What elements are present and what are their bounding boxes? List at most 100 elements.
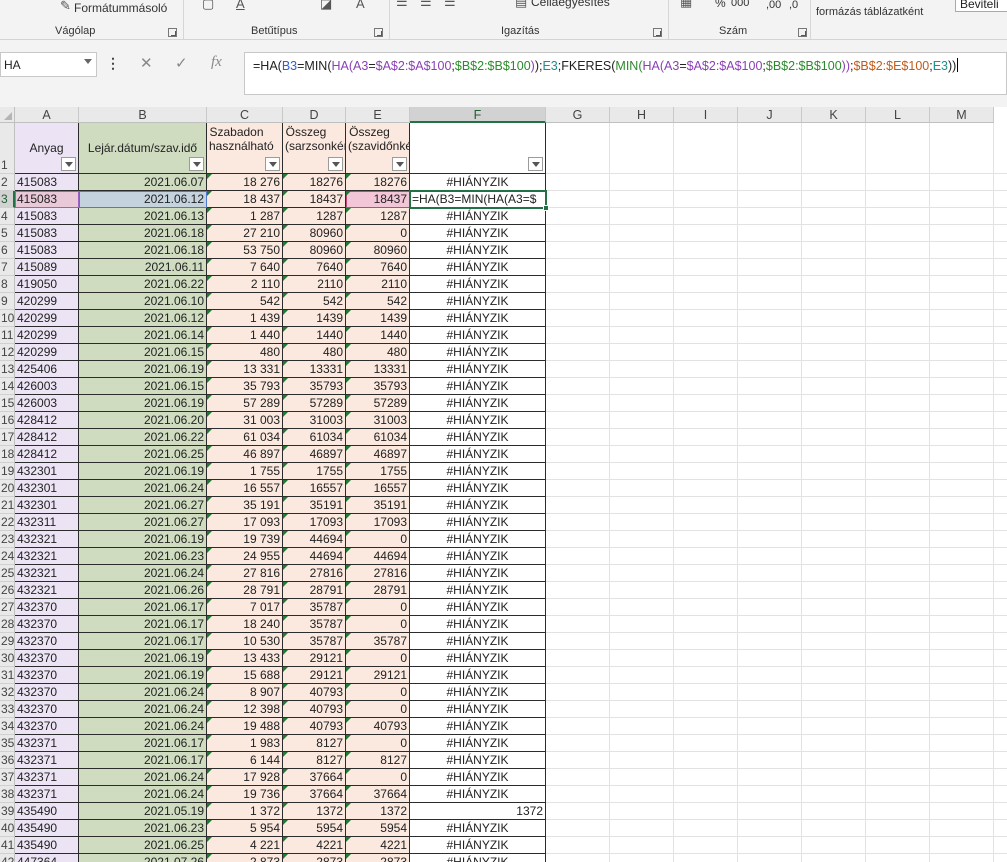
expiry-date-cell[interactable]: 2021.06.17 <box>79 735 207 752</box>
batch-sum-cell[interactable]: 18437 <box>283 191 346 208</box>
material-cell[interactable]: 420299 <box>15 310 79 327</box>
expiry-sum-cell[interactable]: 0 <box>346 735 410 752</box>
column-header-d[interactable]: D <box>283 107 346 123</box>
material-cell[interactable]: 435490 <box>15 837 79 854</box>
column-header-f[interactable]: F <box>410 107 546 123</box>
batch-sum-cell[interactable]: 27816 <box>283 565 346 582</box>
material-cell[interactable]: 432321 <box>15 531 79 548</box>
expiry-sum-cell[interactable]: 0 <box>346 650 410 667</box>
expiry-sum-cell[interactable]: 28791 <box>346 582 410 599</box>
available-qty-cell[interactable]: 17 928 <box>207 769 283 786</box>
available-qty-cell[interactable]: 1 755 <box>207 463 283 480</box>
batch-sum-cell[interactable]: 80960 <box>283 225 346 242</box>
material-cell[interactable]: 432321 <box>15 582 79 599</box>
row-header[interactable]: 13 <box>0 361 15 378</box>
batch-sum-cell[interactable]: 1372 <box>283 803 346 820</box>
available-qty-cell[interactable]: 1 439 <box>207 310 283 327</box>
material-cell[interactable]: 432301 <box>15 497 79 514</box>
fill-handle-icon[interactable] <box>543 205 549 211</box>
available-qty-cell[interactable]: 1 372 <box>207 803 283 820</box>
expiry-date-cell[interactable]: 2021.06.23 <box>79 820 207 837</box>
expiry-sum-cell[interactable]: 480 <box>346 344 410 361</box>
header-cell-a[interactable]: Anyag <box>15 123 79 174</box>
available-qty-cell[interactable]: 12 398 <box>207 701 283 718</box>
row-header[interactable]: 16 <box>0 412 15 429</box>
result-cell[interactable]: #HIÁNYZIK <box>410 242 546 259</box>
material-cell[interactable]: 415083 <box>15 191 79 208</box>
row-header[interactable]: 17 <box>0 429 15 446</box>
available-qty-cell[interactable]: 15 688 <box>207 667 283 684</box>
material-cell[interactable]: 432371 <box>15 735 79 752</box>
row-header[interactable]: 1 <box>0 123 15 174</box>
batch-sum-cell[interactable]: 40793 <box>283 684 346 701</box>
result-cell[interactable]: #HIÁNYZIK <box>410 565 546 582</box>
batch-sum-cell[interactable]: 5954 <box>283 820 346 837</box>
result-cell[interactable]: #HIÁNYZIK <box>410 259 546 276</box>
row-header[interactable]: 39 <box>0 803 15 820</box>
batch-sum-cell[interactable]: 29121 <box>283 650 346 667</box>
expiry-date-cell[interactable]: 2021.06.17 <box>79 616 207 633</box>
expiry-sum-cell[interactable]: 40793 <box>346 718 410 735</box>
header-cell-f[interactable] <box>410 123 546 174</box>
expiry-sum-cell[interactable]: 16557 <box>346 480 410 497</box>
name-box-dropdown-icon[interactable] <box>84 59 92 64</box>
material-cell[interactable]: 432371 <box>15 786 79 803</box>
active-cell-editor[interactable]: =HA(B3=MIN(HA(A3=$ <box>409 190 547 209</box>
available-qty-cell[interactable]: 6 144 <box>207 752 283 769</box>
row-header[interactable]: 40 <box>0 820 15 837</box>
material-cell[interactable]: 415083 <box>15 208 79 225</box>
batch-sum-cell[interactable]: 57289 <box>283 395 346 412</box>
expiry-sum-cell[interactable]: 13331 <box>346 361 410 378</box>
material-cell[interactable]: 435490 <box>15 820 79 837</box>
available-qty-cell[interactable]: 1 287 <box>207 208 283 225</box>
expiry-date-cell[interactable]: 2021.06.14 <box>79 327 207 344</box>
available-qty-cell[interactable]: 2 110 <box>207 276 283 293</box>
material-cell[interactable]: 432301 <box>15 463 79 480</box>
format-painter-button[interactable]: Formátummásoló <box>74 1 167 15</box>
batch-sum-cell[interactable]: 28791 <box>283 582 346 599</box>
batch-sum-cell[interactable]: 8127 <box>283 735 346 752</box>
row-header[interactable]: 22 <box>0 514 15 531</box>
result-cell[interactable]: #HIÁNYZIK <box>410 820 546 837</box>
available-qty-cell[interactable]: 7 017 <box>207 599 283 616</box>
expiry-sum-cell[interactable]: 46897 <box>346 446 410 463</box>
more-options-icon[interactable]: ⋮ <box>106 55 120 72</box>
batch-sum-cell[interactable]: 35191 <box>283 497 346 514</box>
batch-sum-cell[interactable]: 37664 <box>283 769 346 786</box>
result-cell[interactable]: #HIÁNYZIK <box>410 174 546 191</box>
expiry-date-cell[interactable]: 2021.06.17 <box>79 599 207 616</box>
result-cell[interactable]: #HIÁNYZIK <box>410 582 546 599</box>
column-header-m[interactable]: M <box>930 107 994 123</box>
batch-sum-cell[interactable]: 8127 <box>283 752 346 769</box>
expiry-date-cell[interactable]: 2021.06.24 <box>79 769 207 786</box>
merge-cells-icon[interactable]: ▤ <box>515 0 527 10</box>
available-qty-cell[interactable]: 57 289 <box>207 395 283 412</box>
row-header[interactable]: 10 <box>0 310 15 327</box>
batch-sum-cell[interactable]: 1755 <box>283 463 346 480</box>
row-header[interactable]: 8 <box>0 276 15 293</box>
expiry-date-cell[interactable]: 2021.06.19 <box>79 667 207 684</box>
expiry-sum-cell[interactable]: 0 <box>346 701 410 718</box>
result-cell[interactable]: #HIÁNYZIK <box>410 650 546 667</box>
column-header-e[interactable]: E <box>346 107 410 123</box>
result-cell[interactable]: #HIÁNYZIK <box>410 616 546 633</box>
result-cell[interactable]: #HIÁNYZIK <box>410 684 546 701</box>
row-header[interactable]: 34 <box>0 718 15 735</box>
batch-sum-cell[interactable]: 1287 <box>283 208 346 225</box>
batch-sum-cell[interactable]: 16557 <box>283 480 346 497</box>
row-header[interactable]: 30 <box>0 650 15 667</box>
batch-sum-cell[interactable]: 35787 <box>283 616 346 633</box>
result-cell[interactable]: #HIÁNYZIK <box>410 837 546 854</box>
material-cell[interactable]: 435490 <box>15 803 79 820</box>
expiry-sum-cell[interactable]: 1287 <box>346 208 410 225</box>
available-qty-cell[interactable]: 35 793 <box>207 378 283 395</box>
expiry-date-cell[interactable]: 2021.06.25 <box>79 446 207 463</box>
column-header-i[interactable]: I <box>674 107 738 123</box>
border-icon[interactable]: ▢ <box>202 0 214 12</box>
expiry-date-cell[interactable]: 2021.06.18 <box>79 242 207 259</box>
header-cell-c[interactable]: Szabadon használható <box>207 123 283 174</box>
available-qty-cell[interactable]: 31 003 <box>207 412 283 429</box>
expiry-date-cell[interactable]: 2021.06.18 <box>79 225 207 242</box>
batch-sum-cell[interactable]: 1440 <box>283 327 346 344</box>
available-qty-cell[interactable]: 28 791 <box>207 582 283 599</box>
